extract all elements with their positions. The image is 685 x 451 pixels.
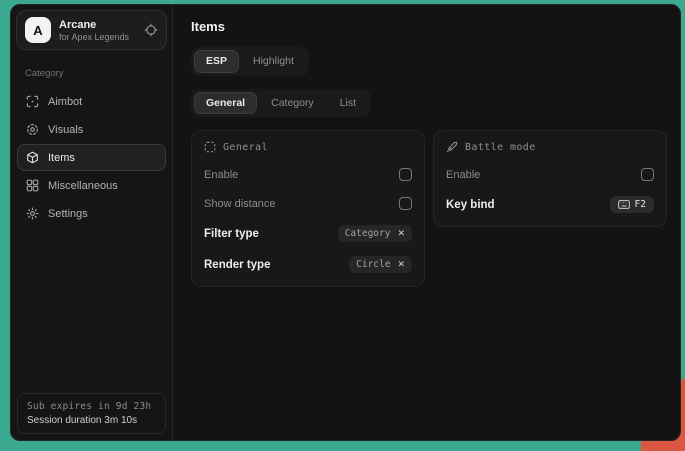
nav-section-label: Category [25,68,158,79]
app-meta: Arcane for Apex Legends [59,19,129,42]
setting-row-filter-type: Filter type Category ✕ [204,225,412,242]
clear-selection-icon[interactable]: ✕ [397,260,405,269]
enable-checkbox[interactable] [399,168,412,181]
panel-general: General Enable Show distance Filter type… [191,130,425,287]
app-window: A Arcane for Apex Legends Category [10,4,681,441]
sidebar-item-miscellaneous[interactable]: Miscellaneous [17,172,166,199]
panel-battle-mode-header: Battle mode [446,141,654,153]
tab-general[interactable]: General [194,92,257,115]
app-logo: A [25,17,51,43]
sidebar-item-label: Visuals [48,124,83,136]
battle-enable-checkbox[interactable] [641,168,654,181]
clear-selection-icon[interactable]: ✕ [397,229,405,238]
tab-category[interactable]: Category [259,92,326,115]
view-tab-group: General Category List [191,89,371,118]
sidebar-item-aimbot[interactable]: Aimbot [17,88,166,115]
grid-icon [26,179,39,192]
aimbot-crosshair-icon [26,95,39,108]
tab-highlight[interactable]: Highlight [241,50,306,73]
setting-label: Render type [204,259,270,271]
sidebar-item-visuals[interactable]: Visuals [17,116,166,143]
keybind-value: F2 [635,199,646,210]
selected-value: Circle [356,259,390,270]
package-icon [26,151,39,164]
setting-row-render-type: Render type Circle ✕ [204,256,412,273]
setting-row-key-bind: Key bind F2 [446,196,654,213]
setting-label: Key bind [446,199,495,211]
app-header-card: A Arcane for Apex Legends [16,10,167,50]
setting-label: Show distance [204,198,276,210]
panel-general-header: General [204,141,412,153]
panels-container: General Enable Show distance Filter type… [191,130,667,287]
page-title: Items [191,19,667,34]
box-select-icon [204,141,216,153]
show-distance-checkbox[interactable] [399,197,412,210]
sidebar-item-label: Items [48,152,75,164]
session-duration-text: Session duration 3m 10s [27,415,156,426]
sidebar-item-settings[interactable]: Settings [17,200,166,227]
mode-tab-group: ESP Highlight [191,47,309,76]
subscription-info-card: Sub expires in 9d 23h Session duration 3… [17,393,166,434]
sub-expires-text: Sub expires in 9d 23h [27,401,156,412]
panel-title: Battle mode [465,142,536,153]
setting-row-show-distance: Show distance [204,196,412,211]
sidebar-item-label: Miscellaneous [48,180,118,192]
tab-list[interactable]: List [328,92,368,115]
sidebar: A Arcane for Apex Legends Category [11,5,173,440]
tab-esp[interactable]: ESP [194,50,239,73]
crosshair-icon[interactable] [144,23,158,37]
view-tabs-row: General Category List [191,76,667,118]
visuals-eye-icon [26,123,39,136]
filter-type-select[interactable]: Category ✕ [338,225,412,242]
gear-icon [26,207,39,220]
panel-battle-mode: Battle mode Enable Key bind [433,130,667,227]
sidebar-nav: Category Aimbot [11,55,172,228]
setting-row-enable: Enable [204,167,412,182]
selected-value: Category [345,228,391,239]
app-name: Arcane [59,19,129,31]
setting-row-enable: Enable [446,167,654,182]
sidebar-item-label: Aimbot [48,96,82,108]
app-subtitle: for Apex Legends [59,32,129,42]
keybind-button[interactable]: F2 [610,196,654,213]
render-type-select[interactable]: Circle ✕ [349,256,412,273]
mode-tabs-row: ESP Highlight [191,34,667,76]
sidebar-item-items[interactable]: Items [17,144,166,171]
setting-label: Enable [204,169,238,181]
setting-label: Filter type [204,228,259,240]
keyboard-icon [618,200,630,209]
panel-title: General [223,142,268,153]
sidebar-item-label: Settings [48,208,88,220]
main-content: Items ESP Highlight General Category Lis… [173,5,681,440]
sword-icon [446,141,458,153]
setting-label: Enable [446,169,480,181]
